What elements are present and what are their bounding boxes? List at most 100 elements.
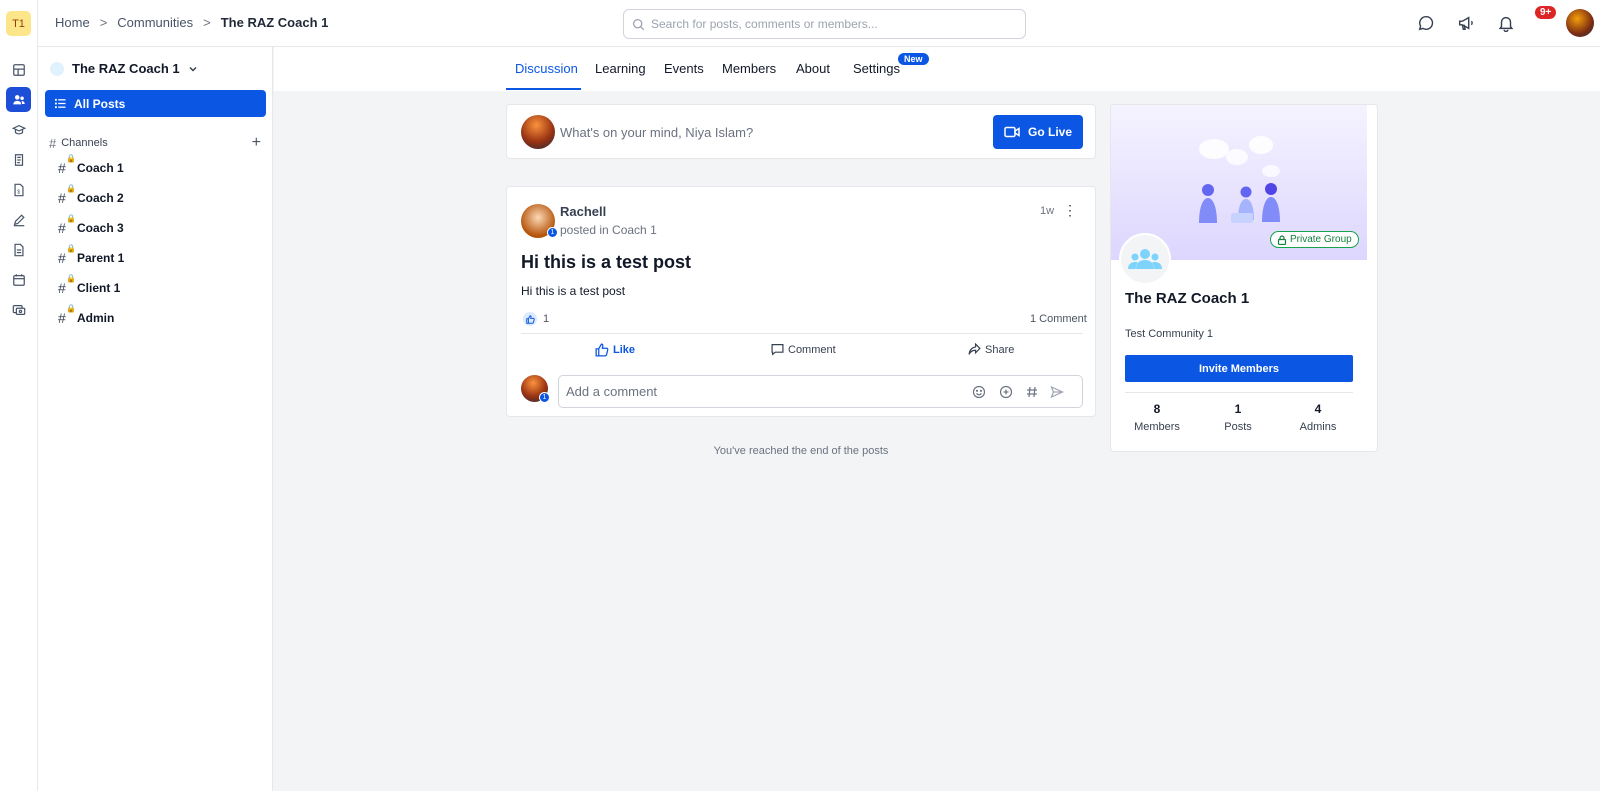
notification-badge: 9+ xyxy=(1535,6,1557,19)
share-button[interactable]: Share xyxy=(968,343,1014,356)
add-channel-button[interactable]: + xyxy=(252,135,261,151)
stat-value: 4 xyxy=(1314,402,1322,416)
sidebar-item-coach-2[interactable]: # 🔒 Coach 2 xyxy=(58,184,124,206)
top-header: Home > Communities > The RAZ Coach 1 9+ xyxy=(38,0,1600,47)
payments-icon[interactable] xyxy=(6,297,31,322)
chat-icon[interactable] xyxy=(1417,14,1435,32)
community-mini-logo xyxy=(50,61,64,76)
tab-about[interactable]: About xyxy=(796,61,830,76)
stat-admins[interactable]: 4 Admins xyxy=(1288,402,1348,433)
channels-header: # Channels + xyxy=(49,135,261,151)
stat-value: 1 xyxy=(1234,402,1242,416)
bell-icon[interactable] xyxy=(1497,14,1515,32)
comment-box[interactable] xyxy=(558,375,1083,408)
viewer-level-badge: 1 xyxy=(539,392,550,403)
stat-value: 8 xyxy=(1153,402,1161,416)
community-description: Test Community 1 xyxy=(1125,328,1214,340)
community-info-card: Private Group The RAZ Coach 1 Test Commu… xyxy=(1110,104,1378,452)
tab-discussion[interactable]: Discussion xyxy=(515,61,578,76)
stat-label: Members xyxy=(1134,421,1180,433)
edit-icon[interactable] xyxy=(6,207,31,232)
like-label: Like xyxy=(613,344,636,356)
community-name: The RAZ Coach 1 xyxy=(72,61,180,76)
composer-prompt[interactable]: What's on your mind, Niya Islam? xyxy=(560,125,753,140)
private-channel-icon: # 🔒 xyxy=(58,184,76,206)
sidebar-item-label: Coach 3 xyxy=(77,221,124,235)
go-live-button[interactable]: Go Live xyxy=(993,115,1083,149)
tab-events[interactable]: Events xyxy=(664,61,704,76)
comment-input[interactable] xyxy=(566,384,956,399)
post-card: 1 Rachell posted in Coach 1 1w ⋮ Hi this… xyxy=(506,186,1096,417)
community-selector[interactable]: The RAZ Coach 1 xyxy=(50,61,198,76)
private-channel-icon: # 🔒 xyxy=(58,244,76,266)
dashboard-icon[interactable] xyxy=(6,57,31,82)
communities-icon[interactable] xyxy=(6,87,31,112)
more-options-icon[interactable]: ⋮ xyxy=(1063,203,1077,217)
sidebar-item-label: Coach 2 xyxy=(77,191,124,205)
stat-posts[interactable]: 1 Posts xyxy=(1208,402,1268,433)
courses-icon[interactable] xyxy=(6,117,31,142)
posted-in: posted in Coach 1 xyxy=(560,223,657,237)
private-channel-icon: # 🔒 xyxy=(58,214,76,236)
post-timestamp: 1w xyxy=(1040,205,1055,217)
privacy-label: Private Group xyxy=(1290,234,1352,245)
stat-members[interactable]: 8 Members xyxy=(1127,402,1187,433)
invite-members-button[interactable]: Invite Members xyxy=(1125,355,1353,382)
sidebar-item-label: Coach 1 xyxy=(77,161,124,175)
private-group-badge: Private Group xyxy=(1270,231,1359,248)
search-bar[interactable] xyxy=(623,9,1026,39)
post-author[interactable]: Rachell xyxy=(560,204,606,219)
calendar-icon[interactable] xyxy=(6,267,31,292)
comment-button[interactable]: Comment xyxy=(771,343,836,356)
go-live-label: Go Live xyxy=(1027,125,1072,139)
breadcrumb-communities[interactable]: Communities xyxy=(117,15,193,30)
post-title: Hi this is a test post xyxy=(521,252,692,272)
megaphone-icon[interactable] xyxy=(1457,14,1475,32)
like-count: 1 xyxy=(543,313,550,325)
send-icon[interactable] xyxy=(1050,385,1064,399)
emoji-icon[interactable] xyxy=(972,385,986,399)
app-icon-rail: T1 $ xyxy=(0,0,38,791)
stat-label: Admins xyxy=(1299,421,1337,433)
workspace-badge[interactable]: T1 xyxy=(6,11,31,36)
sidebar-item-admin[interactable]: # 🔒 Admin xyxy=(58,304,114,326)
private-channel-icon: # 🔒 xyxy=(58,154,76,176)
search-input[interactable] xyxy=(651,17,1011,31)
sidebar-item-client-1[interactable]: # 🔒 Client 1 xyxy=(58,274,121,296)
user-avatar[interactable] xyxy=(1566,9,1594,37)
content-icon[interactable] xyxy=(6,147,31,172)
post-channel-link[interactable]: Coach 1 xyxy=(612,223,657,237)
reaction-summary[interactable]: 1 xyxy=(523,312,549,326)
billing-icon[interactable]: $ xyxy=(6,177,31,202)
breadcrumb-home[interactable]: Home xyxy=(55,15,90,30)
post-composer[interactable]: What's on your mind, Niya Islam? Go Live xyxy=(506,104,1096,159)
community-tabs: Discussion Learning Events Members About… xyxy=(274,47,1600,91)
post-body: Hi this is a test post xyxy=(521,284,626,298)
all-posts-label: All Posts xyxy=(74,96,126,111)
private-channel-icon: # 🔒 xyxy=(58,274,76,296)
sidebar-item-coach-1[interactable]: # 🔒 Coach 1 xyxy=(58,154,124,176)
all-posts-nav[interactable]: All Posts xyxy=(45,90,266,117)
hashtag-icon[interactable] xyxy=(1025,385,1039,399)
sidebar-item-parent-1[interactable]: # 🔒 Parent 1 xyxy=(58,244,124,266)
documents-icon[interactable] xyxy=(6,237,31,262)
tab-members[interactable]: Members xyxy=(722,61,776,76)
channels-label: Channels xyxy=(61,137,108,149)
like-button[interactable]: Like xyxy=(595,343,635,357)
comment-count[interactable]: 1 Comment xyxy=(1030,313,1087,325)
sidebar-item-label: Client 1 xyxy=(77,281,121,295)
sidebar-item-coach-3[interactable]: # 🔒 Coach 3 xyxy=(58,214,124,236)
viewer-avatar xyxy=(521,115,555,149)
community-logo xyxy=(1119,233,1171,285)
new-badge: New xyxy=(898,53,929,65)
add-attachment-icon[interactable] xyxy=(999,385,1013,399)
tab-learning[interactable]: Learning xyxy=(595,61,646,76)
breadcrumb-separator: > xyxy=(99,15,108,30)
search-icon xyxy=(632,18,645,30)
thumbs-up-icon xyxy=(523,312,537,326)
channel-sidebar: The RAZ Coach 1 All Posts # Channels + # 🔒… xyxy=(38,47,273,791)
tab-settings[interactable]: Settings xyxy=(853,61,900,76)
thumbs-up-icon xyxy=(595,343,609,357)
breadcrumb: Home > Communities > The RAZ Coach 1 xyxy=(55,15,328,30)
comment-icon xyxy=(771,344,784,356)
